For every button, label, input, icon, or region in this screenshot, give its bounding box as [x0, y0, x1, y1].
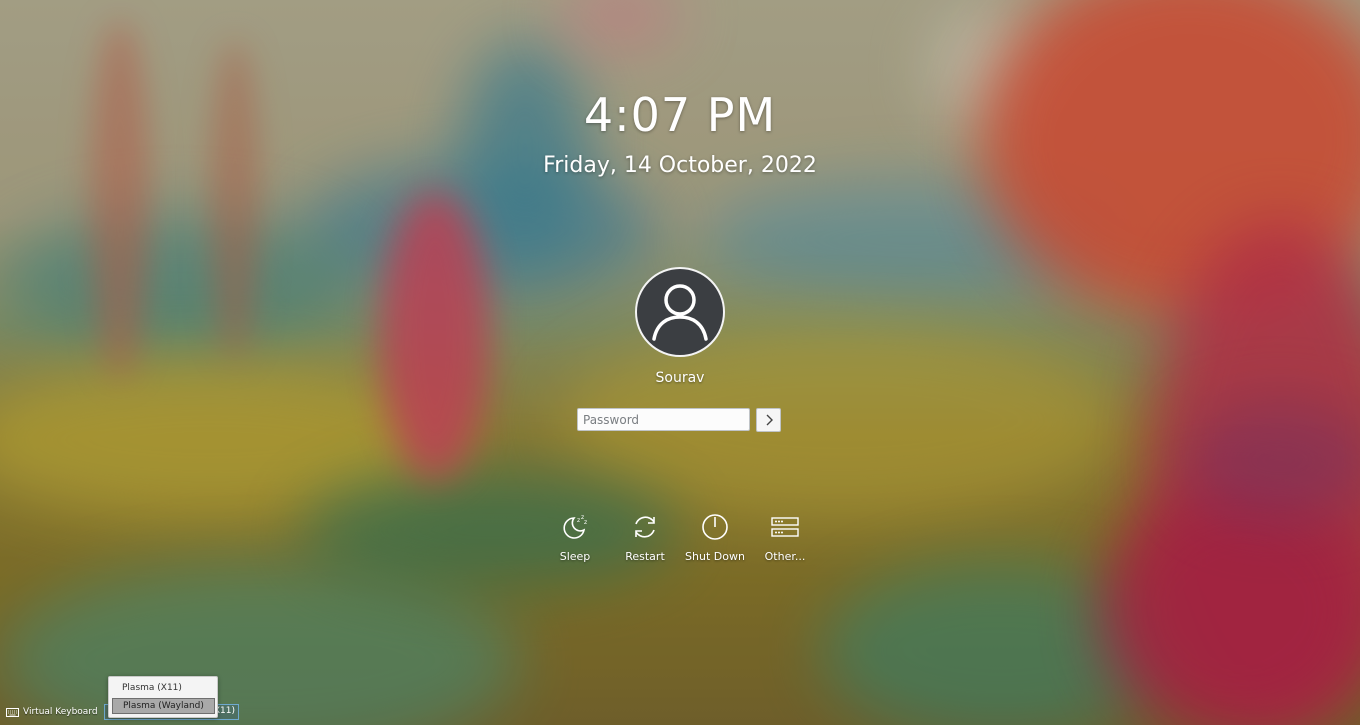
restart-button[interactable]: Restart	[610, 512, 680, 563]
sleep-label: Sleep	[559, 550, 591, 563]
other-button[interactable]: Other...	[750, 512, 820, 563]
power-icon	[702, 514, 728, 540]
svg-text:z: z	[584, 519, 587, 526]
shutdown-button[interactable]: Shut Down	[680, 512, 750, 563]
virtual-keyboard-label: Virtual Keyboard	[23, 707, 98, 717]
keyboard-icon	[6, 707, 19, 717]
clock-time: 4:07 PM	[583, 88, 777, 142]
chevron-right-icon	[766, 414, 773, 426]
restart-icon	[635, 516, 655, 538]
username: Sourav	[655, 370, 705, 386]
session-menu: Plasma (X11) Plasma (Wayland)	[108, 676, 218, 718]
login-button[interactable]	[756, 408, 781, 432]
lock-screen: 4:07 PM Friday, 14 October, 2022 Sourav …	[0, 0, 1360, 725]
other-icon	[771, 517, 799, 537]
clock-date: Friday, 14 October, 2022	[543, 153, 817, 178]
session-option-x11[interactable]: Plasma (X11)	[112, 681, 215, 697]
password-input[interactable]	[577, 408, 750, 431]
virtual-keyboard-button[interactable]: Virtual Keyboard	[6, 704, 98, 720]
svg-text:z: z	[577, 517, 580, 524]
sleep-button[interactable]: z z z Sleep	[540, 512, 610, 563]
power-actions: z z z Sleep Restart Shut Down Other...	[0, 512, 1360, 572]
sleep-icon: z z z	[563, 514, 587, 539]
other-label: Other...	[764, 550, 806, 563]
restart-label: Restart	[625, 550, 665, 563]
user-silhouette-icon	[652, 284, 708, 341]
session-option-wayland[interactable]: Plasma (Wayland)	[112, 698, 215, 714]
user-avatar[interactable]	[635, 267, 725, 357]
shutdown-label: Shut Down	[685, 550, 745, 563]
